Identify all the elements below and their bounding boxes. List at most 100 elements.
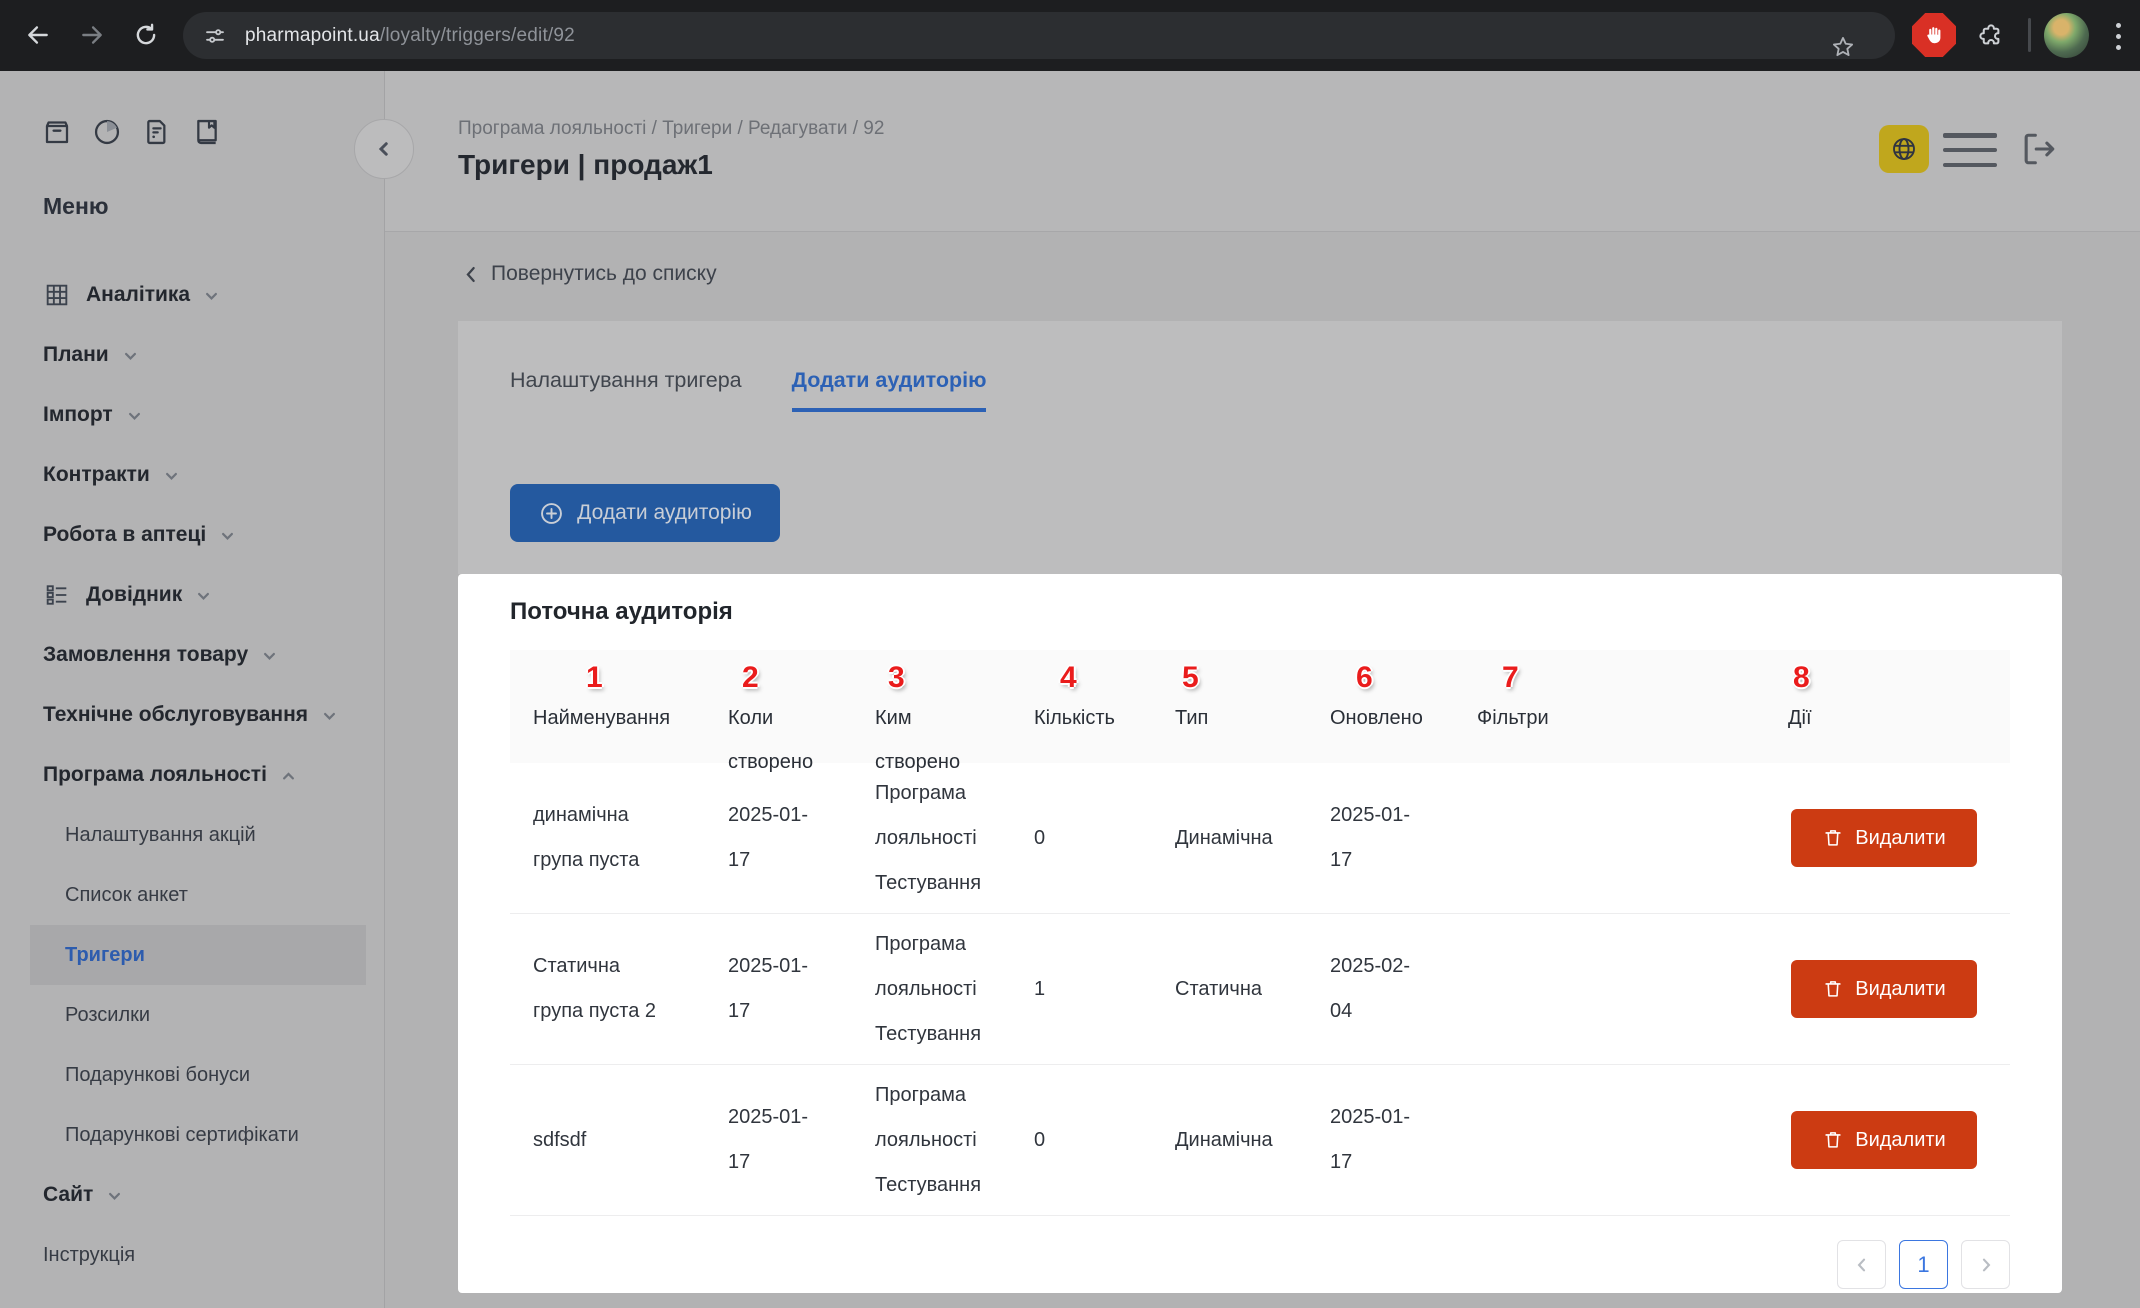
chevron-left-icon: [375, 140, 393, 158]
language-button[interactable]: [1879, 125, 1929, 173]
browser-profile-avatar[interactable]: [2044, 13, 2089, 58]
add-audience-label: Додати аудиторію: [577, 501, 752, 525]
sidebar-item-import[interactable]: Імпорт: [0, 385, 384, 445]
tab-add-audience[interactable]: Додати аудиторію: [792, 368, 987, 412]
cell-count: 0: [1034, 1118, 1175, 1163]
sidebar-item-maintenance[interactable]: Технічне обслуговування: [0, 685, 384, 745]
url-bar[interactable]: pharmapoint.ua/loyalty/triggers/edit/92: [183, 12, 1895, 59]
column-header-actions: 8 Дії: [1788, 660, 2010, 763]
logout-button[interactable]: [2013, 123, 2065, 175]
sidebar-item-label: Робота в аптеці: [43, 523, 206, 547]
sidebar-item-instruction[interactable]: Інструкція: [0, 1225, 384, 1285]
sidebar-item-label: Плани: [43, 343, 109, 367]
cell-name: sdfsdf: [533, 1118, 673, 1163]
chevron-down-icon: [123, 349, 138, 364]
bookmark-star-icon[interactable]: [1819, 23, 1867, 71]
sidebar-item-label: Подарункові сертифікати: [65, 1124, 299, 1147]
sidebar-item-analytics[interactable]: Аналітика: [0, 265, 384, 325]
grid-icon: [42, 280, 72, 310]
adblock-extension-icon[interactable]: [1912, 13, 1956, 57]
browser-menu-icon[interactable]: [2106, 17, 2130, 55]
sidebar-item-label: Довідник: [86, 583, 182, 607]
cell-created-by: Програма лояльності Тестування: [875, 771, 990, 906]
annotation-number: 6: [1356, 660, 1373, 696]
pagination: 1: [510, 1240, 2010, 1289]
sidebar-item-loyalty-program[interactable]: Програма лояльності: [0, 745, 384, 805]
page-header: Програма лояльності / Тригери / Редагува…: [385, 71, 2140, 232]
annotation-number: 8: [1793, 660, 1810, 696]
pagination-page-button[interactable]: 1: [1899, 1240, 1948, 1289]
sidebar-item-label: Аналітика: [86, 283, 190, 307]
sidebar-collapse-button[interactable]: [354, 119, 414, 179]
sidebar-item-label: Сайт: [43, 1183, 93, 1207]
trash-icon: [1822, 978, 1844, 1000]
sidebar-item-site[interactable]: Сайт: [0, 1165, 384, 1225]
current-audience-card: Поточна аудиторія 1 Найменування 2 Коли …: [458, 574, 2062, 1293]
annotation-number: 1: [586, 660, 603, 696]
archive-box-icon[interactable]: [40, 115, 74, 149]
annotation-number: 3: [888, 660, 905, 696]
add-audience-button[interactable]: Додати аудиторію: [510, 484, 780, 542]
browser-forward-button[interactable]: [68, 11, 116, 59]
column-header-count: 4 Кількість: [1034, 660, 1175, 763]
annotation-number: 4: [1060, 660, 1077, 696]
page-title: Тригери | продаж1: [458, 149, 713, 181]
tab-trigger-settings[interactable]: Налаштування тригера: [510, 368, 742, 412]
hamburger-menu-icon[interactable]: [1943, 133, 1997, 167]
sidebar-item-contracts[interactable]: Контракти: [0, 445, 384, 505]
sidebar-item-pharmacy-work[interactable]: Робота в аптеці: [0, 505, 384, 565]
back-to-list-link[interactable]: Повернутись до списку: [463, 262, 717, 286]
column-header-updated: 6 Оновлено: [1330, 660, 1477, 763]
browser-back-button[interactable]: [14, 11, 62, 59]
chevron-left-icon: [1854, 1257, 1870, 1273]
arrow-right-icon: [79, 22, 105, 48]
sidebar-item-gift-bonuses[interactable]: Подарункові бонуси: [0, 1045, 384, 1105]
extensions-icon[interactable]: [1966, 11, 2014, 59]
document-icon[interactable]: [140, 115, 174, 149]
column-header-filters: 7 Фільтри: [1477, 660, 1788, 763]
chevron-down-icon: [127, 409, 142, 424]
chevron-down-icon: [322, 709, 337, 724]
menu-heading: Меню: [43, 193, 384, 220]
cell-created: 2025-01-17: [728, 793, 820, 883]
pie-chart-icon[interactable]: [90, 115, 124, 149]
sidebar-item-plans[interactable]: Плани: [0, 325, 384, 385]
sidebar-item-questionnaires[interactable]: Список анкет: [0, 865, 384, 925]
chevron-right-icon: [1978, 1257, 1994, 1273]
delete-button[interactable]: Видалити: [1791, 960, 1977, 1018]
sidebar-item-promo-settings[interactable]: Налаштування акцій: [0, 805, 384, 865]
sidebar-item-goods-ordering[interactable]: Замовлення товару: [0, 625, 384, 685]
url-text: pharmapoint.ua/loyalty/triggers/edit/92: [245, 25, 575, 47]
pagination-next-button[interactable]: [1961, 1240, 2010, 1289]
site-settings-icon[interactable]: [203, 24, 227, 48]
annotation-number: 2: [742, 660, 759, 696]
sidebar-quick-icons: [40, 115, 384, 149]
table-header-row: 1 Найменування 2 Коли створено 3 Ким ств…: [510, 650, 2010, 763]
breadcrumb[interactable]: Програма лояльності / Тригери / Редагува…: [458, 118, 884, 140]
sidebar-item-directory[interactable]: Довідник: [0, 565, 384, 625]
sidebar-item-label: Імпорт: [43, 403, 113, 427]
book-icon[interactable]: [190, 115, 224, 149]
column-header-created: 2 Коли створено: [728, 660, 875, 763]
pagination-prev-button[interactable]: [1837, 1240, 1886, 1289]
sidebar-item-label: Подарункові бонуси: [65, 1064, 250, 1087]
sidebar-item-triggers[interactable]: Тригери: [30, 925, 366, 985]
hand-icon: [1922, 23, 1946, 47]
chevron-down-icon: [164, 469, 179, 484]
chevron-down-icon: [262, 649, 277, 664]
arrow-left-icon: [25, 22, 51, 48]
cell-created-by: Програма лояльності Тестування: [875, 922, 990, 1057]
sidebar-item-mailings[interactable]: Розсилки: [0, 985, 384, 1045]
sidebar-item-gift-certificates[interactable]: Подарункові сертифікати: [0, 1105, 384, 1165]
sidebar: Меню Аналітика Плани Імпорт Контракти Ро…: [0, 71, 385, 1308]
browser-reload-button[interactable]: [122, 11, 170, 59]
app-root: pharmapoint.ua/loyalty/triggers/edit/92: [0, 0, 2140, 1308]
sidebar-item-label: Розсилки: [65, 1004, 150, 1027]
sidebar-item-label: Програма лояльності: [43, 763, 267, 787]
delete-button[interactable]: Видалити: [1791, 809, 1977, 867]
table-row: sdfsdf 2025-01-17 Програма лояльності Те…: [510, 1065, 2010, 1216]
list-icon: [42, 580, 72, 610]
column-header-name: 1 Найменування: [510, 660, 728, 763]
delete-button[interactable]: Видалити: [1791, 1111, 1977, 1169]
table-row: Статична група пуста 2 2025-01-17 Програ…: [510, 914, 2010, 1065]
